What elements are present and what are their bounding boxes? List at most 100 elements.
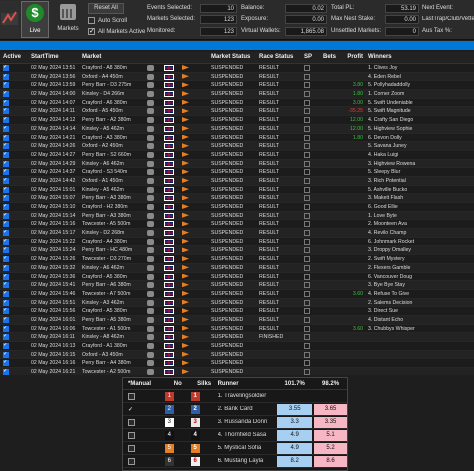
sp-cell[interactable] (302, 194, 321, 202)
active-checkbox[interactable] (3, 151, 9, 158)
sp-cell[interactable] (302, 186, 321, 194)
manual-cell[interactable]: ✓ (123, 406, 165, 413)
all-markets-active-checkbox[interactable] (88, 27, 95, 35)
active-checkbox[interactable] (3, 143, 9, 150)
active-cell[interactable] (0, 255, 29, 263)
active-checkbox[interactable] (3, 360, 9, 367)
lay-price[interactable]: 8.6 (314, 455, 347, 467)
sp-cell[interactable] (302, 351, 321, 359)
col-silks[interactable]: Silks (191, 378, 218, 389)
manual-checkbox[interactable] (128, 418, 135, 426)
market-row[interactable]: 02 May 2024 14:37 Crayford - S3 540m SUSPE… (0, 168, 474, 177)
manual-checkbox[interactable] (128, 431, 135, 439)
manual-cell[interactable] (123, 431, 165, 439)
sp-checkbox[interactable] (304, 65, 310, 71)
market-row[interactable]: 02 May 2024 15:46 Towcester - A7 500m SUSP… (0, 289, 474, 299)
sp-cell[interactable] (302, 299, 321, 307)
market-row[interactable]: 02 May 2024 15:10 Crayford - H2 380m SUSPE… (0, 203, 474, 212)
sp-cell[interactable] (302, 238, 321, 246)
market-row[interactable]: 02 May 2024 16:15 Oxford - A3 450m SUSPEND… (0, 350, 474, 360)
active-checkbox[interactable] (3, 125, 9, 132)
sp-cell[interactable] (302, 81, 321, 89)
col-winners[interactable]: Winners (366, 52, 474, 63)
active-cell[interactable] (0, 307, 29, 315)
market-row[interactable]: 02 May 2024 14:21 Crayford - A3 380m SUSPE… (0, 133, 474, 143)
active-checkbox[interactable] (3, 91, 9, 98)
sp-cell[interactable] (302, 151, 321, 159)
sp-cell[interactable] (302, 116, 321, 124)
market-row[interactable]: 02 May 2024 13:56 Oxford - A4 450m SUSPEND… (0, 72, 474, 82)
active-checkbox[interactable] (3, 290, 9, 297)
sp-checkbox[interactable] (304, 195, 310, 202)
active-cell[interactable] (0, 229, 29, 237)
market-row[interactable]: 02 May 2024 16:16 Perry Barr - A4 380m SUS… (0, 359, 474, 369)
market-row[interactable]: 02 May 2024 15:41 Perry Barr - A6 380m SUS… (0, 281, 474, 290)
sp-cell[interactable] (302, 177, 321, 185)
sp-checkbox[interactable] (304, 151, 310, 158)
market-row[interactable]: 02 May 2024 14:11 Oxford - A5 450m SUSPEND… (0, 107, 474, 117)
active-checkbox[interactable] (3, 73, 9, 80)
sp-checkbox[interactable] (304, 273, 310, 280)
col-sp[interactable]: SP (302, 52, 321, 63)
active-cell[interactable] (0, 290, 29, 298)
active-cell[interactable] (0, 220, 29, 228)
active-checkbox[interactable] (3, 82, 9, 89)
market-row[interactable]: 02 May 2024 16:11 Kinsley - A8 462m SUSPEN… (0, 333, 474, 342)
sp-cell[interactable] (302, 90, 321, 98)
active-cell[interactable] (0, 342, 29, 350)
active-cell[interactable] (0, 168, 29, 176)
sp-checkbox[interactable] (304, 325, 310, 332)
sp-cell[interactable] (302, 73, 321, 81)
market-row[interactable]: 02 May 2024 14:12 Perry Barr - A2 380m SUS… (0, 116, 474, 125)
market-row[interactable]: 02 May 2024 13:51 Crayford - A8 380m SUSPE… (0, 64, 474, 73)
manual-checkbox[interactable] (128, 444, 135, 452)
active-cell[interactable] (0, 160, 29, 168)
active-cell[interactable] (0, 325, 29, 333)
live-button[interactable]: $ Live (21, 1, 49, 38)
runner-row[interactable]: 5 5 5. Mystical Sofia 4.9 5.2 (123, 442, 347, 455)
active-cell[interactable] (0, 90, 29, 98)
sp-checkbox[interactable] (304, 316, 310, 323)
col-profit[interactable]: Profit (341, 52, 366, 63)
sp-checkbox[interactable] (304, 221, 310, 228)
active-cell[interactable] (0, 333, 29, 341)
market-row[interactable]: 02 May 2024 15:56 Crayford - A5 380m SUSPE… (0, 307, 474, 316)
active-cell[interactable] (0, 81, 29, 89)
sp-checkbox[interactable] (304, 299, 310, 306)
market-row[interactable]: 02 May 2024 14:14 Kinsley - A5 462m SUSPEN… (0, 124, 474, 134)
sp-cell[interactable] (302, 281, 321, 289)
markets-button[interactable]: Markets (54, 1, 82, 38)
sp-cell[interactable] (302, 316, 321, 324)
sp-cell[interactable] (302, 64, 321, 72)
active-checkbox[interactable] (3, 160, 9, 167)
active-checkbox[interactable] (3, 117, 9, 124)
active-checkbox[interactable] (3, 65, 9, 71)
col-manual[interactable]: *Manual (123, 378, 165, 389)
sp-checkbox[interactable] (304, 351, 310, 358)
sp-checkbox[interactable] (304, 369, 310, 375)
active-cell[interactable] (0, 351, 29, 359)
col-market-status[interactable]: Market Status (209, 52, 257, 63)
back-price[interactable]: 4.9 (277, 442, 313, 454)
runner-row[interactable]: ✓ 2 2 2. Bank Card 3.55 3.65 (123, 403, 347, 416)
col-no[interactable]: No (165, 378, 191, 389)
sp-checkbox[interactable] (304, 230, 310, 237)
auto-scroll-checkbox[interactable] (88, 17, 95, 24)
runner-row[interactable]: 3 3 3. Russanda Donn 3.3 3.35 (123, 416, 347, 429)
active-checkbox[interactable] (3, 108, 9, 115)
active-checkbox[interactable] (3, 343, 9, 349)
sp-checkbox[interactable] (304, 238, 310, 245)
sp-cell[interactable] (302, 255, 321, 263)
active-checkbox[interactable] (3, 264, 9, 271)
col-active[interactable]: Active (0, 52, 29, 63)
runner-row[interactable]: 1 1 1. Travelingsoldier (123, 390, 347, 403)
market-row[interactable]: 02 May 2024 14:26 Oxford - A2 450m SUSPEND… (0, 142, 474, 151)
sp-checkbox[interactable] (304, 212, 310, 219)
market-row[interactable]: 02 May 2024 15:07 Perry Barr - A3 380m SUS… (0, 194, 474, 203)
sp-cell[interactable] (302, 160, 321, 168)
sp-checkbox[interactable] (304, 177, 310, 184)
market-row[interactable]: 02 May 2024 16:13 Crayford - A1 380m SUSPE… (0, 342, 474, 351)
active-cell[interactable] (0, 238, 29, 246)
sp-checkbox[interactable] (304, 256, 310, 263)
back-price[interactable]: 4.9 (277, 429, 313, 441)
